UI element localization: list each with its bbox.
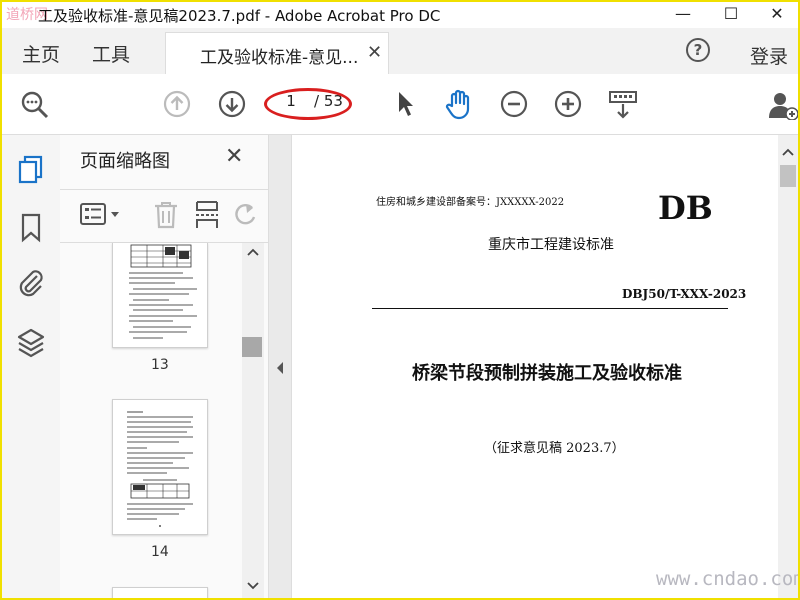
standard-org: 重庆市工程建设标准	[488, 237, 614, 253]
window-title: 工及验收标准-意见稿2023.7.pdf - Adobe Acrobat Pro…	[38, 7, 441, 25]
attachment-icon[interactable]	[16, 267, 46, 299]
thumbnail-options-icon[interactable]	[80, 202, 124, 228]
select-cursor-icon[interactable]	[396, 90, 416, 118]
thumbnail-page-14[interactable]	[112, 399, 208, 535]
document-scrollbar[interactable]	[778, 135, 798, 598]
tab-close-icon[interactable]: ✕	[367, 42, 382, 63]
panel-close-icon[interactable]: ✕	[225, 144, 243, 169]
search-zoom-icon[interactable]	[20, 90, 50, 120]
zoom-in-icon[interactable]	[554, 90, 582, 118]
close-window-button[interactable]: ✕	[754, 2, 798, 28]
thumbnail-scrollbar[interactable]	[242, 243, 264, 598]
header-rule	[372, 308, 728, 309]
tab-bar: 主页 工具 工及验收标准-意见... ✕ ? 登录	[2, 28, 798, 74]
next-page-icon[interactable]	[218, 90, 246, 118]
tab-home[interactable]: 主页	[22, 40, 60, 67]
delete-page-icon[interactable]	[152, 200, 180, 230]
left-rail	[2, 135, 61, 598]
thumbnail-label: 14	[151, 544, 169, 560]
draft-note: （征求意见稿 2023.7）	[484, 441, 625, 456]
bookmark-icon[interactable]	[20, 213, 42, 243]
help-button[interactable]: ?	[686, 38, 710, 62]
maximize-button[interactable]: ☐	[708, 2, 754, 28]
thumbnail-page-next[interactable]	[112, 587, 208, 598]
collapse-left-icon[interactable]	[275, 361, 285, 375]
toolbar: 1 / 53	[2, 74, 798, 135]
document-page: 住房和城乡建设部备案号：JXXXXX-2022 DB 重庆市工程建设标准 DBJ…	[292, 135, 778, 598]
standard-code: DBJ50/T-XXX-2023	[622, 287, 747, 301]
insert-page-icon[interactable]	[194, 200, 220, 230]
panel-title: 页面缩略图	[80, 151, 170, 172]
rotate-page-icon[interactable]	[234, 202, 256, 230]
thumbnail-13-content	[129, 244, 197, 339]
scroll-up-icon[interactable]	[246, 247, 260, 257]
thumbnail-label: 13	[151, 357, 169, 373]
tab-document[interactable]: 工及验收标准-意见... ✕	[165, 32, 389, 74]
login-button[interactable]: 登录	[750, 42, 788, 69]
tab-document-label: 工及验收标准-意见...	[200, 48, 359, 68]
record-number: 住房和城乡建设部备案号：JXXXXX-2022	[376, 197, 565, 208]
thumbnail-14-content	[127, 411, 193, 527]
site-watermark: www.cndao.com	[656, 568, 800, 590]
app-window: 道桥网 工及验收标准-意见稿2023.7.pdf - Adobe Acrobat…	[0, 0, 800, 600]
thumbnail-page-13[interactable]	[112, 243, 208, 348]
thumbnail-panel: 页面缩略图 ✕ 13 14	[60, 135, 268, 598]
tab-tools[interactable]: 工具	[92, 40, 130, 67]
highlight-oval	[264, 88, 352, 120]
db-mark: DB	[658, 189, 713, 227]
layers-icon[interactable]	[16, 327, 46, 359]
zoom-out-icon[interactable]	[500, 90, 528, 118]
add-user-icon[interactable]	[768, 90, 798, 120]
doc-scroll-up-icon[interactable]	[781, 147, 795, 157]
minimize-button[interactable]: —	[660, 2, 706, 28]
keyboard-scroll-icon[interactable]	[608, 90, 638, 120]
document-title: 桥梁节段预制拼装施工及验收标准	[412, 363, 682, 384]
doc-scroll-thumb[interactable]	[780, 165, 796, 187]
thumbnail-toolbar	[60, 189, 268, 243]
scroll-down-icon[interactable]	[246, 581, 260, 591]
page-thumbnails-icon[interactable]	[18, 155, 44, 185]
thumbnail-scroll-thumb[interactable]	[242, 337, 262, 357]
prev-page-icon[interactable]	[163, 90, 191, 118]
panel-collapse-bar[interactable]	[268, 135, 292, 598]
title-bar: 道桥网 工及验收标准-意见稿2023.7.pdf - Adobe Acrobat…	[2, 2, 798, 28]
hand-tool-icon[interactable]	[444, 88, 474, 120]
